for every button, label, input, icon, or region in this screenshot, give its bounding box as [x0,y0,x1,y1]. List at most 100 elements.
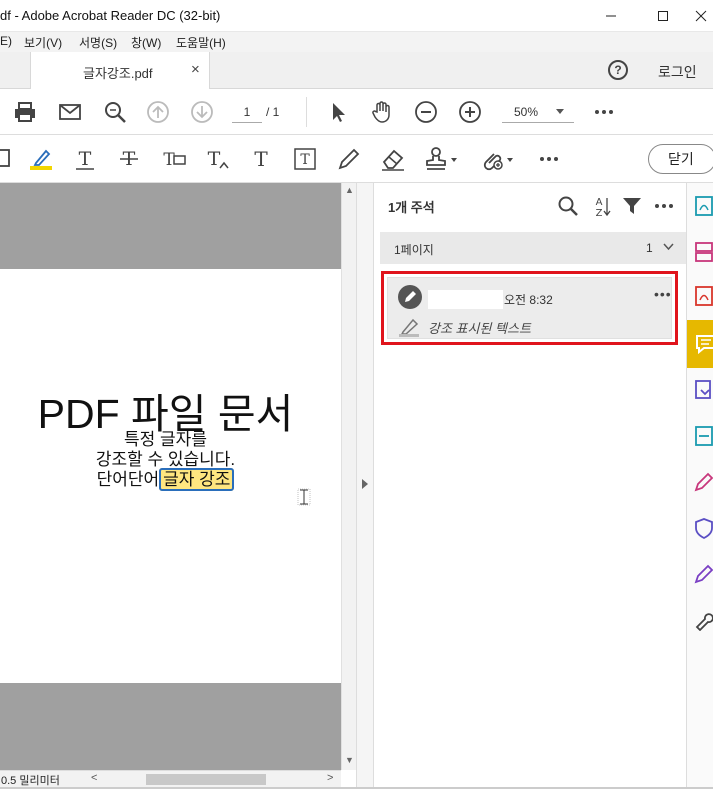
export-pdf-icon[interactable] [693,195,713,217]
avatar [398,285,422,309]
combine-files-icon[interactable] [693,379,713,401]
document-line-3: 단어단어 글자 강조 [0,465,331,491]
title-bar: df - Adobe Acrobat Reader DC (32-bit) [0,0,713,32]
organize-pages-icon[interactable] [693,241,713,263]
comment-time: 오전 8:32 [504,293,553,307]
scroll-left-icon[interactable]: < [91,772,97,784]
scroll-thumb[interactable] [146,774,266,785]
comment-item[interactable]: 오전 8:32 ••• 강조 표시된 텍스트 [381,271,678,345]
svg-text:Z: Z [596,208,603,217]
stamp-icon[interactable] [424,146,460,172]
comment-tool-active-tab[interactable] [687,320,713,368]
attach-file-icon[interactable] [480,146,516,172]
comments-more-icon[interactable] [653,195,675,217]
search-icon[interactable] [103,100,127,124]
horizontal-scrollbar[interactable]: 0.5 밀리미터 < > [0,770,341,787]
more-options-icon[interactable] [592,100,616,124]
edit-pdf-icon[interactable] [693,563,713,585]
close-icon [695,10,706,22]
zoom-out-icon[interactable] [414,100,438,124]
comment-item-body[interactable]: 오전 8:32 ••• 강조 표시된 텍스트 [387,277,672,339]
tab-bar: 글자강조.pdf × ? 로그인 [0,52,713,89]
scroll-down-icon[interactable]: ▼ [345,755,354,765]
menu-edit[interactable]: E) [0,34,12,48]
hand-tool-icon[interactable] [370,100,394,124]
help-icon[interactable]: ? [608,60,628,80]
pen-icon [405,291,416,302]
svg-text:A: A [596,197,603,208]
maximize-button[interactable] [640,0,686,32]
minimize-icon [606,15,616,17]
underline-text-icon[interactable]: T [72,146,98,172]
menu-help[interactable]: 도움말(H) [176,34,226,51]
select-cursor-icon[interactable] [326,100,350,124]
svg-text:T: T [208,148,221,170]
highlighted-text[interactable]: 글자 강조 [159,468,235,491]
filter-icon[interactable] [621,195,643,217]
scroll-up-icon[interactable]: ▲ [345,185,354,195]
maximize-icon [658,11,668,21]
chevron-down-icon[interactable] [663,241,674,252]
tab-label: 글자강조.pdf [83,66,153,81]
insert-text-icon[interactable]: T [204,146,230,172]
pencil-icon[interactable] [336,146,362,172]
search-comments-icon[interactable] [557,195,579,217]
svg-text:T: T [254,147,268,171]
more-tools-icon[interactable] [536,146,562,172]
tab-close-icon[interactable]: × [191,61,200,78]
fill-sign-icon[interactable] [693,471,713,493]
comment-icon [696,335,713,355]
chevron-down-icon[interactable] [556,109,564,114]
page-up-icon[interactable] [146,100,170,124]
page-number-input[interactable]: 1 [232,101,262,123]
pane-collapse-strip[interactable] [356,183,374,787]
comment-text: 강조 표시된 텍스트 [428,321,531,336]
scroll-right-icon[interactable]: > [327,772,333,784]
add-text-icon[interactable]: T [248,146,274,172]
window-title: df - Adobe Acrobat Reader DC (32-bit) [0,8,221,23]
comments-count-title: 1개 주석 [388,200,435,215]
vertical-scrollbar[interactable]: ▲ ▼ [341,183,356,770]
create-pdf-icon[interactable] [693,285,713,307]
page-total: / 1 [266,105,280,119]
highlight-pen-icon[interactable] [28,146,54,172]
page-dimension-readout: 0.5 밀리미터 [1,775,60,787]
menu-bar: E) 보기(V) 서명(S) 창(W) 도움말(H) [0,32,713,52]
document-view[interactable]: PDF 파일 문서 특정 글자를 강조할 수 있습니다. 단어단어 글자 강조 [0,183,341,770]
sticky-note-icon[interactable] [0,146,14,172]
svg-text:T: T [79,148,92,170]
page-group-count: 1 [646,241,653,255]
close-tools-button[interactable]: 닫기 [648,144,713,174]
chevron-right-icon[interactable] [362,479,368,489]
svg-text:T: T [300,152,310,168]
close-window-button[interactable] [688,0,713,32]
zoom-in-icon[interactable] [458,100,482,124]
toolbar-divider [306,97,307,127]
mail-icon[interactable] [58,100,82,124]
text-box-icon[interactable]: T [292,146,318,172]
text-cursor-icon [297,488,311,506]
print-icon[interactable] [13,100,37,124]
login-button[interactable]: 로그인 [658,62,697,82]
page-down-icon[interactable] [190,100,214,124]
menu-view[interactable]: 보기(V) [24,34,62,51]
strikethrough-text-icon[interactable]: T [116,146,142,172]
page-group-label: 1페이지 [394,243,434,257]
more-tools-wrench-icon[interactable] [693,609,713,631]
replace-text-icon[interactable]: T [160,146,186,172]
comments-pane: 1개 주석 AZ 1페이지 1 오전 8:32 ••• 강조 표시된 텍스트 [375,183,686,787]
page-group-header[interactable]: 1페이지 1 [380,232,686,264]
highlight-icon [399,318,419,337]
document-line-3-prefix: 단어단어 [96,470,160,489]
send-for-review-icon[interactable] [693,425,713,447]
menu-sign[interactable]: 서명(S) [79,34,117,51]
page-gap-top [0,183,341,269]
minimize-button[interactable] [588,0,634,32]
protect-icon[interactable] [693,517,713,539]
sort-icon[interactable]: AZ [589,195,611,217]
document-tab[interactable]: 글자강조.pdf × [30,52,210,89]
menu-window[interactable]: 창(W) [131,34,161,51]
comment-toolbar: T T T T T T 닫기 [0,135,713,183]
comment-more-icon[interactable]: ••• [654,286,672,302]
eraser-icon[interactable] [380,146,406,172]
